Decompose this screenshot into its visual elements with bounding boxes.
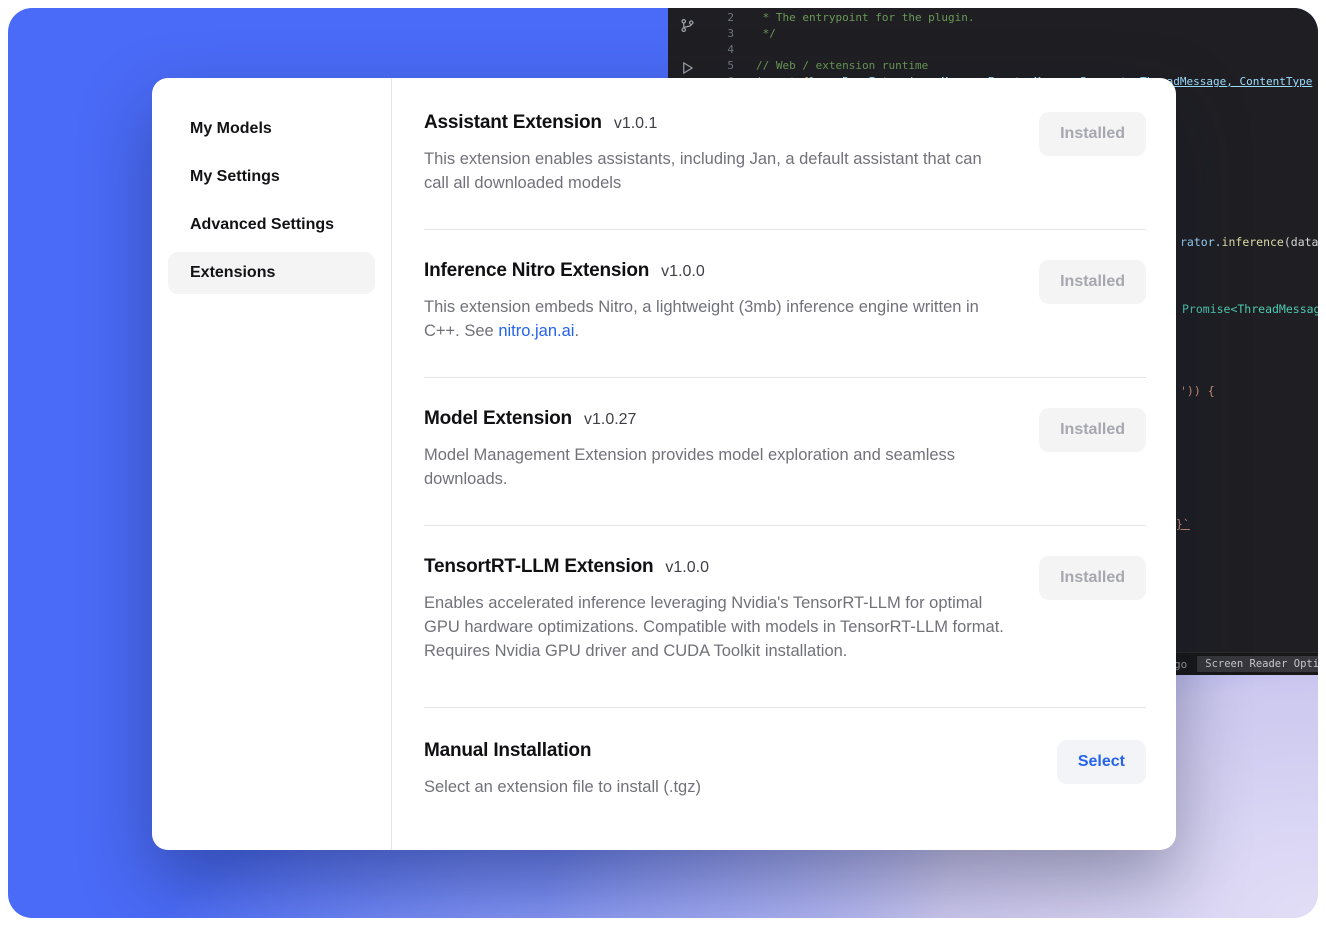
line-number: 2	[668, 10, 734, 26]
code-text: */	[756, 26, 776, 42]
line-number: 3	[668, 26, 734, 42]
extension-description: Enables accelerated inference leveraging…	[424, 591, 1009, 663]
extension-row-nitro: Inference Nitro Extension v1.0.0 This ex…	[424, 230, 1146, 378]
select-file-button[interactable]: Select	[1057, 740, 1146, 784]
extension-info: TensortRT-LLM Extension v1.0.0 Enables a…	[424, 556, 1009, 663]
code-text: // Web / extension runtime	[756, 58, 928, 74]
extension-version: v1.0.0	[661, 263, 705, 281]
screen-reader-badge: Screen Reader Optimized	[1197, 656, 1318, 672]
line-number: 4	[668, 42, 734, 58]
settings-modal: My Models My Settings Advanced Settings …	[152, 78, 1176, 850]
extension-info: Manual Installation Select an extension …	[424, 740, 1009, 799]
extension-name: Model Extension	[424, 408, 572, 430]
installed-button[interactable]: Installed	[1039, 112, 1146, 156]
code-fragment: rator.inference(data);	[1180, 235, 1318, 249]
extension-info: Inference Nitro Extension v1.0.0 This ex…	[424, 260, 1009, 343]
code-fragment: ')) {	[1180, 384, 1215, 398]
extension-info: Model Extension v1.0.27 Model Management…	[424, 408, 1009, 491]
extensions-panel: Assistant Extension v1.0.1 This extensio…	[392, 78, 1176, 850]
extension-row-model: Model Extension v1.0.27 Model Management…	[424, 378, 1146, 526]
code-line: 2 * The entrypoint for the plugin.	[668, 10, 1318, 26]
extension-version: v1.0.0	[665, 559, 709, 577]
page: 2 * The entrypoint for the plugin. 3 */ …	[0, 0, 1326, 926]
extension-row-tensorrt: TensortRT-LLM Extension v1.0.0 Enables a…	[424, 526, 1146, 708]
installed-button[interactable]: Installed	[1039, 556, 1146, 600]
code-text: * The entrypoint for the plugin.	[756, 10, 975, 26]
hero-canvas: 2 * The entrypoint for the plugin. 3 */ …	[8, 8, 1318, 918]
extension-name: TensortRT-LLM Extension	[424, 556, 653, 578]
code-line: 4	[668, 42, 1318, 58]
extension-description: This extension enables assistants, inclu…	[424, 147, 1009, 195]
sidebar-item-advanced-settings[interactable]: Advanced Settings	[168, 204, 375, 246]
line-number: 5	[668, 58, 734, 74]
extension-description: Model Management Extension provides mode…	[424, 443, 1009, 491]
extension-row-assistant: Assistant Extension v1.0.1 This extensio…	[424, 78, 1146, 230]
extension-info: Assistant Extension v1.0.1 This extensio…	[424, 112, 1009, 195]
nitro-jan-ai-link[interactable]: nitro.jan.ai	[498, 322, 574, 340]
extension-name: Inference Nitro Extension	[424, 260, 649, 282]
extension-description: This extension embeds Nitro, a lightweig…	[424, 295, 1009, 343]
extension-version: v1.0.27	[584, 411, 636, 429]
sidebar-item-my-settings[interactable]: My Settings	[168, 156, 375, 198]
sidebar-item-my-models[interactable]: My Models	[168, 108, 375, 150]
settings-sidebar: My Models My Settings Advanced Settings …	[152, 78, 392, 850]
sidebar-item-extensions[interactable]: Extensions	[168, 252, 375, 294]
installed-button[interactable]: Installed	[1039, 408, 1146, 452]
installed-button[interactable]: Installed	[1039, 260, 1146, 304]
code-fragment: Promise<ThreadMessage>	[1182, 302, 1318, 316]
manual-installation-description: Select an extension file to install (.tg…	[424, 775, 1009, 799]
extension-version: v1.0.1	[614, 115, 658, 133]
code-line: 3 */	[668, 26, 1318, 42]
manual-installation-row: Manual Installation Select an extension …	[424, 708, 1146, 829]
code-line: 5 // Web / extension runtime	[668, 58, 1318, 74]
extension-name: Assistant Extension	[424, 112, 602, 134]
manual-installation-title: Manual Installation	[424, 740, 591, 762]
